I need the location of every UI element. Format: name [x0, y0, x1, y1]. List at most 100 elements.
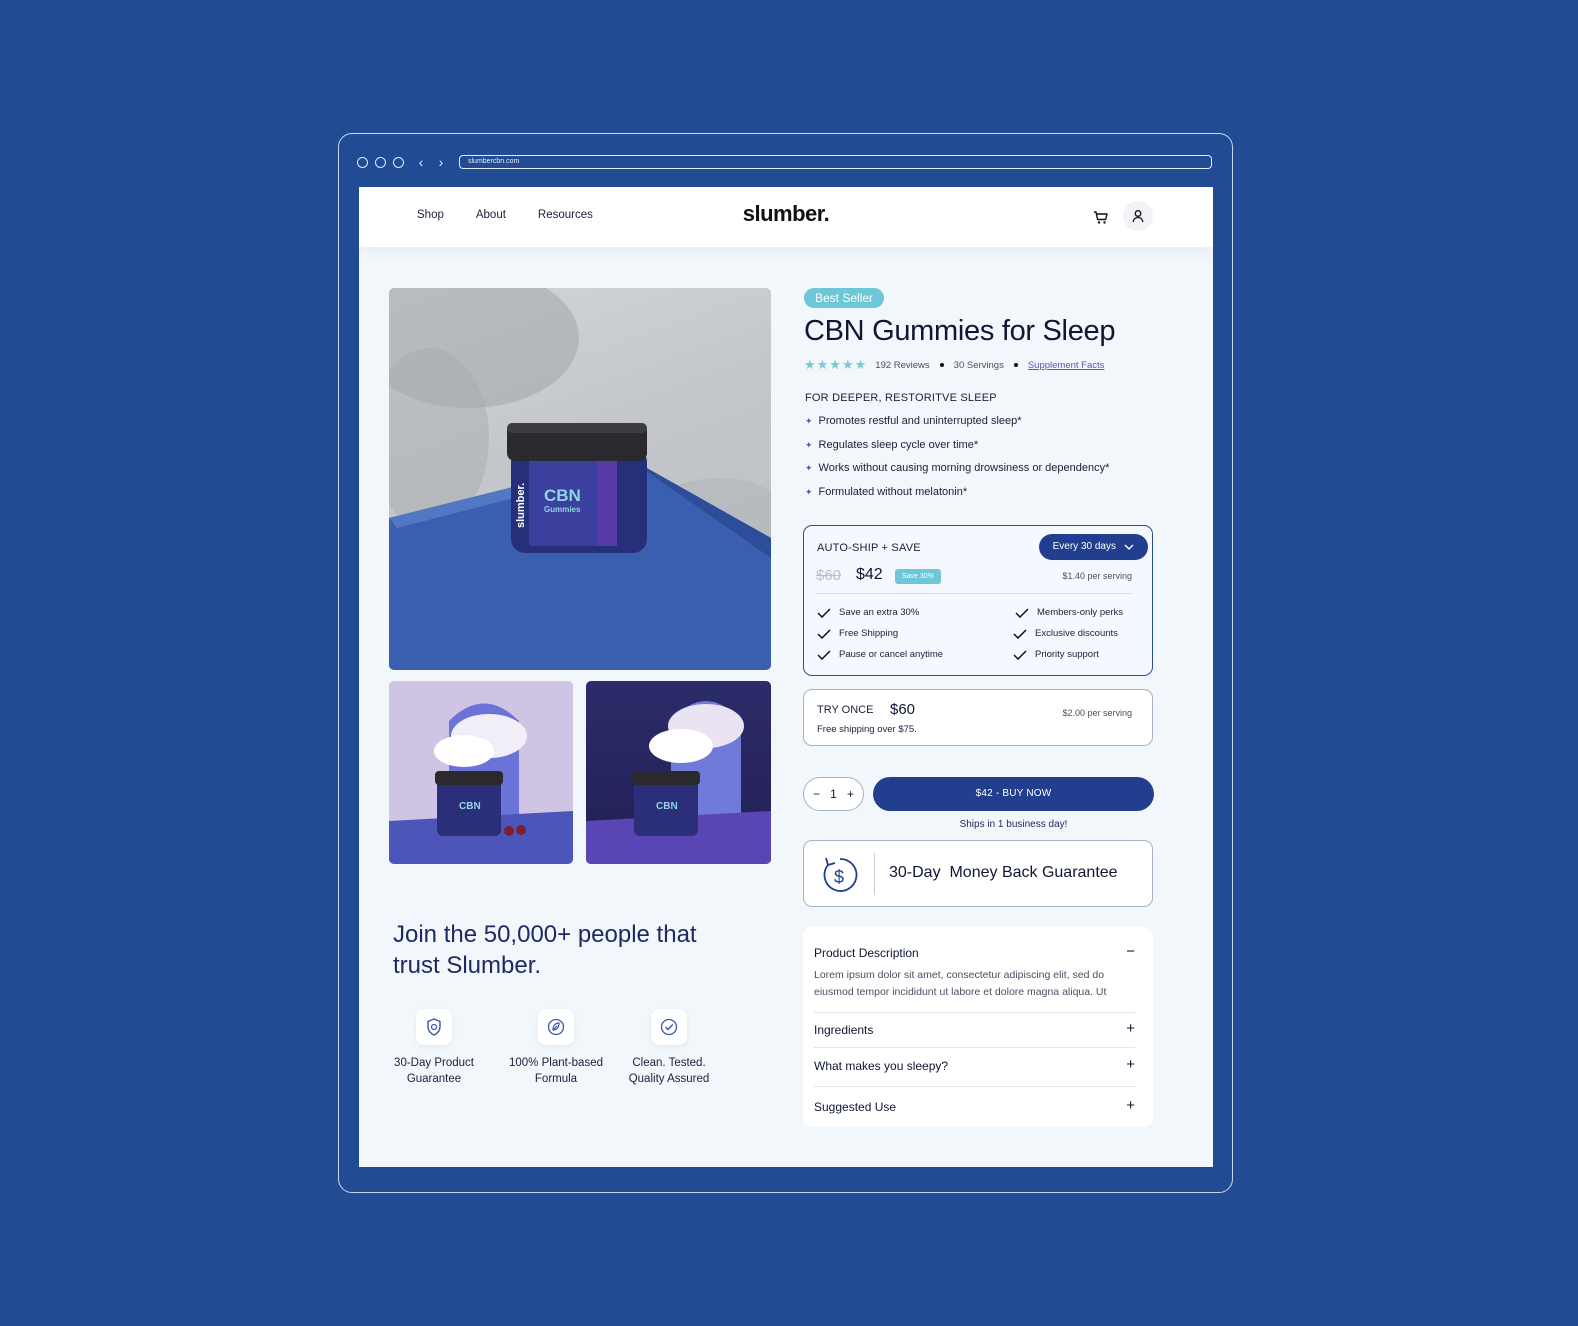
benefit-text: Regulates sleep cycle over time* — [818, 438, 979, 451]
thumb2-jar-text: CBN — [656, 801, 678, 812]
check-icon — [1013, 628, 1027, 639]
product-meta: ★★★★★ 192 Reviews 30 Servings Supplement… — [804, 357, 1104, 373]
divider — [816, 593, 1132, 594]
product-thumbnail-1[interactable]: CBN — [389, 681, 573, 864]
money-back-guarantee: $ 30-Day Money Back Guarantee — [803, 840, 1153, 907]
accordion-title: Product Description — [814, 946, 919, 960]
trust-item-guarantee: 30-Day Product Guarantee — [379, 1009, 489, 1087]
review-count[interactable]: 192 Reviews — [875, 360, 929, 371]
product-main-image[interactable]: slumber. CBN Gummies — [389, 288, 771, 670]
perk-text: Members-only perks — [1037, 607, 1124, 618]
divider — [814, 1047, 1135, 1048]
quantity-decrease-button[interactable]: − — [813, 787, 820, 801]
url-bar[interactable]: slumbercbn.com — [459, 155, 1212, 169]
accordion-header-suggested-use[interactable]: Suggested Use + — [814, 1098, 1135, 1114]
trust-heading: Join the 50,000+ people that trust Slumb… — [393, 921, 697, 979]
browser-chrome: ‹ › slumbercbn.com — [357, 154, 1212, 170]
benefit-text: Works without causing morning drowsiness… — [818, 462, 1110, 474]
svg-text:$: $ — [834, 867, 844, 887]
jar-brand-text: slumber. — [515, 483, 527, 528]
window-minimize-button[interactable] — [375, 156, 386, 168]
back-arrow-icon[interactable]: ‹ — [411, 155, 431, 169]
frequency-select[interactable]: Every 30 days — [1038, 534, 1148, 560]
trust-label: 100% Plant-based Formula — [509, 1057, 603, 1085]
benefit-text: Promotes restful and uninterrupted sleep… — [818, 415, 1022, 427]
site-logo[interactable]: slumber. — [359, 201, 1213, 227]
perk-text: Exclusive discounts — [1035, 628, 1118, 639]
perk-item: Priority support — [1013, 649, 1099, 660]
check-icon — [1015, 607, 1029, 618]
trust-item-plant-based: 100% Plant-based Formula — [501, 1009, 611, 1087]
benefits-list: ✦ Promotes restful and uninterrupted slee… — [805, 415, 1109, 509]
accordion-title: Ingredients — [814, 1023, 874, 1037]
separator-dot — [939, 363, 944, 367]
product-title: CBN Gummies for Sleep — [804, 315, 1116, 347]
product-thumbnail-2[interactable]: CBN — [586, 681, 771, 864]
frequency-value: Every 30 days — [1052, 541, 1116, 552]
list-item: ✦ Formulated without melatonin* — [805, 486, 1109, 510]
product-photo: slumber. CBN Gummies — [389, 288, 771, 670]
trust-label: 30-Day Product Guarantee — [394, 1057, 474, 1085]
product-subhead: FOR DEEPER, RESTORITVE SLEEP — [805, 392, 997, 404]
quantity-stepper[interactable]: − 1 + — [803, 777, 864, 811]
perk-item: Free Shipping — [817, 628, 898, 639]
original-price: $60 — [816, 567, 842, 584]
minus-icon[interactable]: − — [1126, 944, 1135, 960]
accordion-title: What makes you sleepy? — [814, 1059, 949, 1073]
thumbnail-photo: CBN — [586, 701, 771, 864]
supplement-facts-link[interactable]: Supplement Facts — [1028, 360, 1105, 371]
try-once-option[interactable]: TRY ONCE $60 Free shipping over $75. $2.… — [803, 689, 1153, 746]
jar-cbn-text: CBN — [544, 486, 581, 505]
quantity-increase-button[interactable]: + — [847, 787, 854, 801]
accordion-header-ingredients[interactable]: Ingredients + — [814, 1021, 1135, 1037]
shield-icon — [416, 1009, 452, 1045]
separator-dot — [1013, 363, 1018, 367]
sparkle-icon: ✦ — [805, 416, 813, 426]
autoship-price: $42 — [856, 566, 883, 583]
check-icon — [1013, 649, 1027, 660]
forward-arrow-icon[interactable]: › — [431, 155, 451, 169]
money-back-icon: $ — [823, 857, 858, 892]
thumb1-jar-text: CBN — [459, 801, 481, 812]
autoship-option[interactable]: AUTO-SHIP + SAVE Every 30 days $60 $42 S… — [803, 525, 1153, 676]
trust-item-quality: Clean. Tested. Quality Assured — [614, 1009, 724, 1087]
buy-now-button[interactable]: $42 - BUY NOW — [873, 777, 1154, 811]
perk-item: Exclusive discounts — [1013, 628, 1118, 639]
window-close-button[interactable] — [357, 156, 368, 168]
check-circle-icon — [651, 1009, 687, 1045]
ships-note: Ships in 1 business day! — [959, 819, 1068, 830]
divider — [814, 1086, 1135, 1087]
perk-text: Free Shipping — [839, 628, 899, 639]
sparkle-icon: ✦ — [805, 463, 813, 473]
plus-icon[interactable]: + — [1126, 1021, 1135, 1037]
rating-stars-icon: ★★★★★ — [804, 357, 868, 372]
per-serving-price: $1.40 per serving — [1062, 571, 1132, 581]
sparkle-icon: ✦ — [805, 439, 813, 450]
try-once-shipping: Free shipping over $75. — [817, 724, 917, 735]
account-button[interactable] — [1123, 201, 1153, 231]
perk-item: Pause or cancel anytime — [817, 649, 943, 660]
browser-window: ‹ › slumbercbn.com Shop About Resources … — [338, 133, 1233, 1193]
window-maximize-button[interactable] — [393, 156, 404, 168]
benefit-text: Formulated without melatonin* — [818, 485, 968, 498]
list-item: ✦ Promotes restful and uninterrupted slee… — [805, 415, 1109, 439]
chevron-down-icon — [1124, 544, 1134, 550]
list-item: ✦ Works without causing morning drowsines… — [805, 462, 1109, 486]
plus-icon[interactable]: + — [1126, 1098, 1135, 1114]
accordion-header-sleepy[interactable]: What makes you sleepy? + — [814, 1057, 1135, 1073]
cart-icon[interactable] — [1091, 207, 1111, 227]
thumbnail-photo: CBN — [389, 681, 573, 864]
plus-icon[interactable]: + — [1126, 1057, 1135, 1073]
per-serving-price: $2.00 per serving — [1062, 708, 1132, 718]
accordion-header-description[interactable]: Product Description − — [814, 944, 1135, 960]
sparkle-icon: ✦ — [805, 486, 813, 497]
check-icon — [817, 607, 831, 618]
user-icon — [1132, 210, 1144, 223]
perk-item: Save an extra 30% — [817, 607, 919, 618]
check-icon — [817, 649, 831, 660]
divider — [814, 1012, 1135, 1013]
best-seller-badge: Best Seller — [804, 288, 885, 308]
site-header: Shop About Resources slumber. — [359, 187, 1213, 247]
trust-label: Clean. Tested. Quality Assured — [628, 1057, 710, 1085]
autoship-title: AUTO-SHIP + SAVE — [817, 542, 921, 554]
